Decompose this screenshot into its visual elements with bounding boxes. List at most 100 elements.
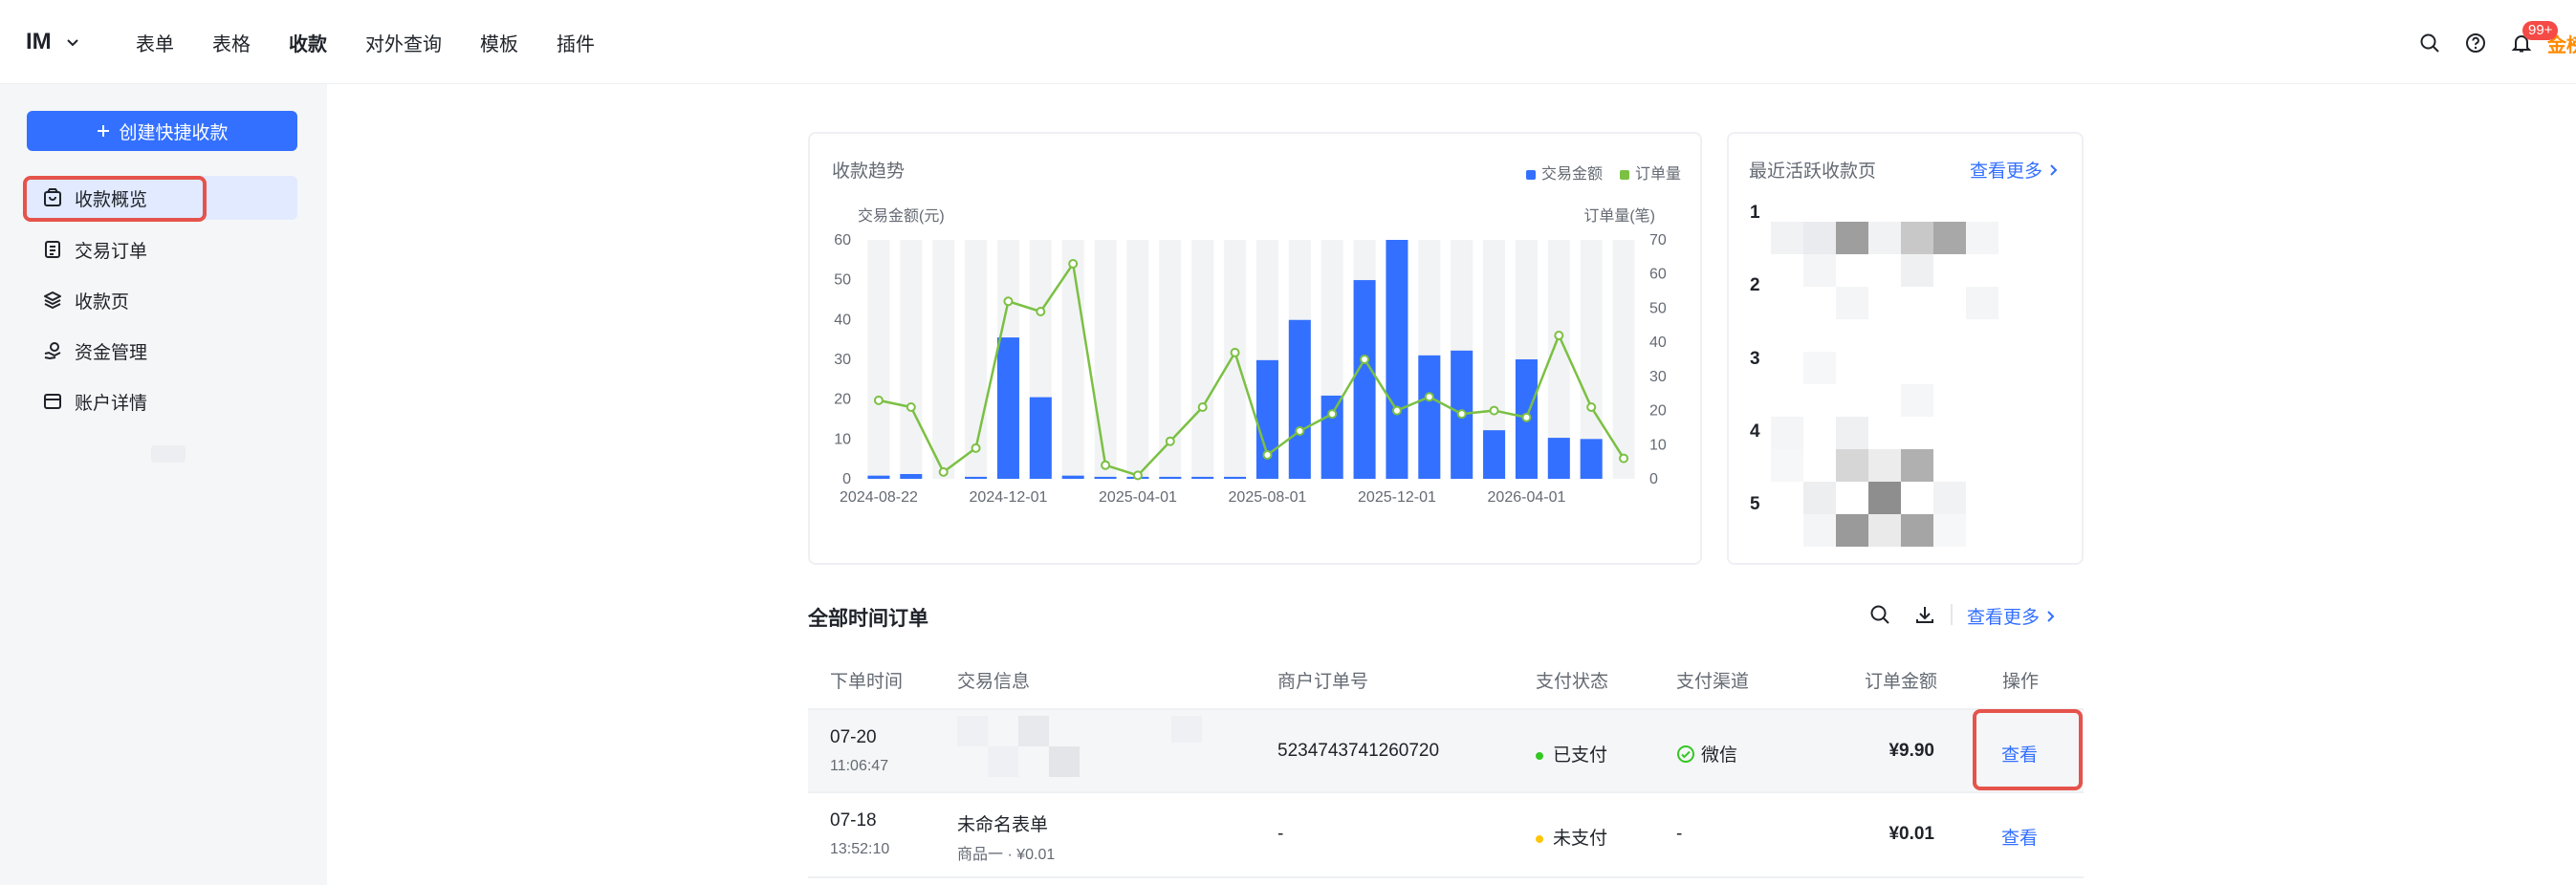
more-link-label: 查看更多 bbox=[1970, 162, 2043, 182]
redacted-block bbox=[1771, 449, 1803, 482]
right-tick-label: 70 bbox=[1649, 232, 1667, 248]
x-tick-label: 2024-08-22 bbox=[840, 489, 918, 506]
orders-point-2025-01-01 bbox=[1036, 307, 1046, 316]
sidebar-item-label: 收款概览 bbox=[75, 189, 148, 210]
orders-point-2025-09-01 bbox=[1295, 426, 1305, 436]
sidebar-item-payment-overview[interactable]: 收款概览 bbox=[27, 176, 297, 220]
nav-item-plugin[interactable]: 插件 bbox=[557, 29, 595, 56]
order-time: 11:06:47 bbox=[830, 758, 889, 774]
sidebar-item-orders[interactable]: 交易订单 bbox=[27, 227, 297, 271]
orders-download-button[interactable] bbox=[1910, 600, 1939, 629]
sidebar-item-account[interactable]: 账户详情 bbox=[27, 379, 297, 423]
order-date: 07-18 bbox=[830, 810, 877, 831]
x-tick-label: 2025-04-01 bbox=[1099, 489, 1177, 506]
create-quick-payment-label: 创建快捷收款 bbox=[119, 122, 229, 143]
bar-2026-01-01 bbox=[1418, 355, 1441, 479]
nav-item-payment[interactable]: 收款 bbox=[289, 29, 327, 56]
sidebar-item-funds[interactable]: 资金管理 bbox=[27, 329, 297, 373]
redacted-block bbox=[1901, 449, 1933, 482]
orders-search-button[interactable] bbox=[1866, 600, 1894, 629]
pay-status-label: 未支付 bbox=[1553, 829, 1608, 849]
bar-2024-12-01 bbox=[996, 337, 1019, 479]
redacted-block bbox=[1836, 417, 1868, 449]
table-row[interactable]: 07-20 11:06:47 5234743741260720 已支付 微信 ¥… bbox=[808, 708, 2084, 793]
sidebar-item-label: 资金管理 bbox=[75, 342, 148, 363]
app-switcher[interactable]: IM bbox=[26, 29, 80, 55]
col-header-pay-channel: 支付渠道 bbox=[1676, 672, 1750, 692]
redacted-block bbox=[1803, 514, 1836, 547]
redacted-block bbox=[1836, 514, 1868, 547]
orders-point-2024-09-15 bbox=[906, 402, 916, 412]
bar-2025-08-01 bbox=[1255, 359, 1278, 479]
view-order-button[interactable]: 查看 bbox=[2001, 741, 2038, 766]
redacted-block bbox=[1803, 254, 1836, 287]
redacted-block bbox=[1933, 222, 1966, 254]
col-header-trade-info: 交易信息 bbox=[957, 672, 1031, 692]
orders-point-2024-10-08 bbox=[938, 466, 949, 477]
create-quick-payment-button[interactable]: 创建快捷收款 bbox=[27, 111, 297, 151]
rank-3: 3 bbox=[1750, 349, 1760, 369]
bar-background bbox=[1126, 240, 1149, 479]
active-pages-card: 最近活跃收款页 查看更多 1 2 3 4 5 bbox=[1727, 132, 2084, 565]
layers-icon bbox=[44, 291, 61, 309]
orders-point-2025-10-01 bbox=[1327, 409, 1338, 420]
orders-point-2026-04-01 bbox=[1521, 412, 1532, 422]
orders-title: 全部时间订单 bbox=[808, 608, 928, 630]
col-header-pay-status: 支付状态 bbox=[1536, 672, 1609, 692]
orders-point-2026-01-01 bbox=[1424, 392, 1434, 402]
orders-more-link[interactable]: 查看更多 bbox=[1967, 603, 2057, 629]
redacted-block bbox=[1771, 222, 1803, 254]
active-pages-more-link[interactable]: 查看更多 bbox=[1970, 157, 2060, 183]
search-icon bbox=[2420, 33, 2439, 53]
nav-item-template[interactable]: 模板 bbox=[480, 29, 518, 56]
redacted-block bbox=[1966, 287, 1998, 319]
view-order-button[interactable]: 查看 bbox=[2001, 824, 2038, 850]
right-tick-label: 30 bbox=[1649, 369, 1667, 385]
redacted-block bbox=[1901, 384, 1933, 417]
bar-background bbox=[1191, 240, 1214, 479]
help-button[interactable] bbox=[2459, 27, 2492, 59]
redacted-block bbox=[1803, 352, 1836, 384]
pay-status-label: 已支付 bbox=[1553, 745, 1608, 766]
nav-item-form[interactable]: 表单 bbox=[136, 29, 174, 56]
top-bar: IM 表单 表格 收款 对外查询 模板 插件 99+ 金榜 bbox=[0, 0, 2576, 84]
redacted-block bbox=[1868, 449, 1901, 482]
redacted-block bbox=[1901, 514, 1933, 547]
redacted-block bbox=[1836, 222, 1868, 254]
toolbar-divider bbox=[1951, 604, 1953, 625]
pay-channel-label: 微信 bbox=[1701, 745, 1738, 766]
status-dot-paid bbox=[1536, 751, 1543, 760]
nav-item-table[interactable]: 表格 bbox=[212, 29, 251, 56]
bar-2026-05-01 bbox=[1547, 438, 1570, 479]
order-date: 07-20 bbox=[830, 727, 877, 747]
order-amount: ¥9.90 bbox=[1888, 741, 1934, 761]
redacted-block bbox=[1868, 514, 1901, 547]
left-tick-label: 10 bbox=[834, 431, 851, 447]
orders-point-2026-03-01 bbox=[1489, 405, 1499, 416]
orders-point-2025-05-01 bbox=[1165, 436, 1175, 446]
right-tick-label: 40 bbox=[1649, 335, 1667, 351]
col-header-merchant-order-no: 商户订单号 bbox=[1277, 672, 1369, 692]
redacted-block bbox=[1868, 482, 1901, 514]
card-icon bbox=[44, 394, 61, 409]
notification-badge: 99+ bbox=[2522, 21, 2559, 40]
bar-background bbox=[1094, 240, 1117, 479]
orders-point-2025-03-01 bbox=[1101, 460, 1111, 470]
sidebar-item-payment-pages[interactable]: 收款页 bbox=[27, 278, 297, 322]
orders-point-2025-02-01 bbox=[1068, 259, 1079, 269]
nav-item-external-query[interactable]: 对外查询 bbox=[365, 29, 442, 56]
sidebar-placeholder bbox=[151, 445, 186, 463]
bar-2026-03-01 bbox=[1483, 430, 1506, 479]
sidebar-item-label: 账户详情 bbox=[75, 393, 148, 414]
bar-background bbox=[900, 240, 923, 479]
redacted-block bbox=[1966, 222, 1998, 254]
sidebar-item-label: 交易订单 bbox=[75, 241, 148, 262]
table-row[interactable]: 07-18 13:52:10 未命名表单 商品一 · ¥0.01 - 未支付 -… bbox=[808, 793, 2084, 878]
pay-channel: - bbox=[1676, 824, 1683, 844]
rank-5: 5 bbox=[1750, 494, 1760, 514]
orders-point-2025-06-01 bbox=[1197, 402, 1208, 412]
notifications-button[interactable]: 99+ bbox=[2505, 21, 2559, 59]
bar-2025-06-01 bbox=[1191, 476, 1214, 479]
search-button[interactable] bbox=[2413, 27, 2446, 59]
trend-chart: 0 10 20 30 40 50 60 0 10 20 30 40 50 60 70 2024-08-22 20… bbox=[834, 232, 1667, 506]
